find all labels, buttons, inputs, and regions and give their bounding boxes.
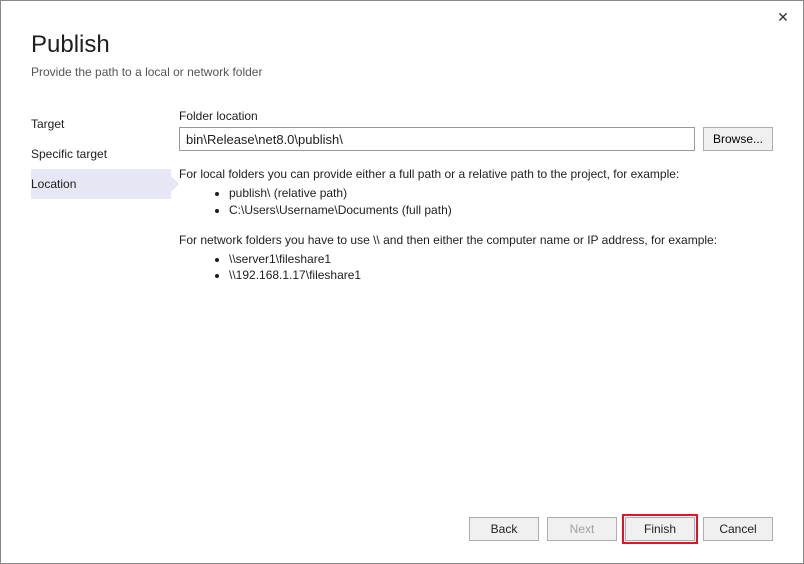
list-item: \\192.168.1.17\fileshare1 xyxy=(229,267,773,284)
cancel-button[interactable]: Cancel xyxy=(703,517,773,541)
help-network-list: \\server1\fileshare1 \\192.168.1.17\file… xyxy=(229,251,773,285)
close-icon[interactable]: ✕ xyxy=(773,7,793,27)
wizard-sidebar: Target Specific target Location xyxy=(31,109,171,298)
back-button[interactable]: Back xyxy=(469,517,539,541)
finish-button[interactable]: Finish xyxy=(625,517,695,541)
folder-location-row: Browse... xyxy=(179,127,773,151)
dialog-content: Target Specific target Location Folder l… xyxy=(1,89,803,298)
sidebar-item-target[interactable]: Target xyxy=(31,109,171,139)
sidebar-item-location[interactable]: Location xyxy=(31,169,171,199)
list-item: publish\ (relative path) xyxy=(229,185,773,202)
help-local-intro: For local folders you can provide either… xyxy=(179,167,773,181)
help-local-list: publish\ (relative path) C:\Users\Userna… xyxy=(229,185,773,219)
dialog-header: Publish Provide the path to a local or n… xyxy=(1,1,803,89)
dialog-title: Publish xyxy=(31,31,773,59)
main-panel: Folder location Browse... For local fold… xyxy=(171,109,773,298)
dialog-subtitle: Provide the path to a local or network f… xyxy=(31,65,773,79)
help-network-intro: For network folders you have to use \\ a… xyxy=(179,233,773,247)
folder-location-input[interactable] xyxy=(179,127,695,151)
sidebar-item-label: Target xyxy=(31,117,64,131)
list-item: C:\Users\Username\Documents (full path) xyxy=(229,202,773,219)
sidebar-item-label: Location xyxy=(31,177,76,191)
list-item: \\server1\fileshare1 xyxy=(229,251,773,268)
sidebar-item-specific-target[interactable]: Specific target xyxy=(31,139,171,169)
folder-location-label: Folder location xyxy=(179,109,773,123)
sidebar-item-label: Specific target xyxy=(31,147,107,161)
dialog-footer: Back Next Finish Cancel xyxy=(469,517,773,541)
browse-button[interactable]: Browse... xyxy=(703,127,773,151)
next-button: Next xyxy=(547,517,617,541)
